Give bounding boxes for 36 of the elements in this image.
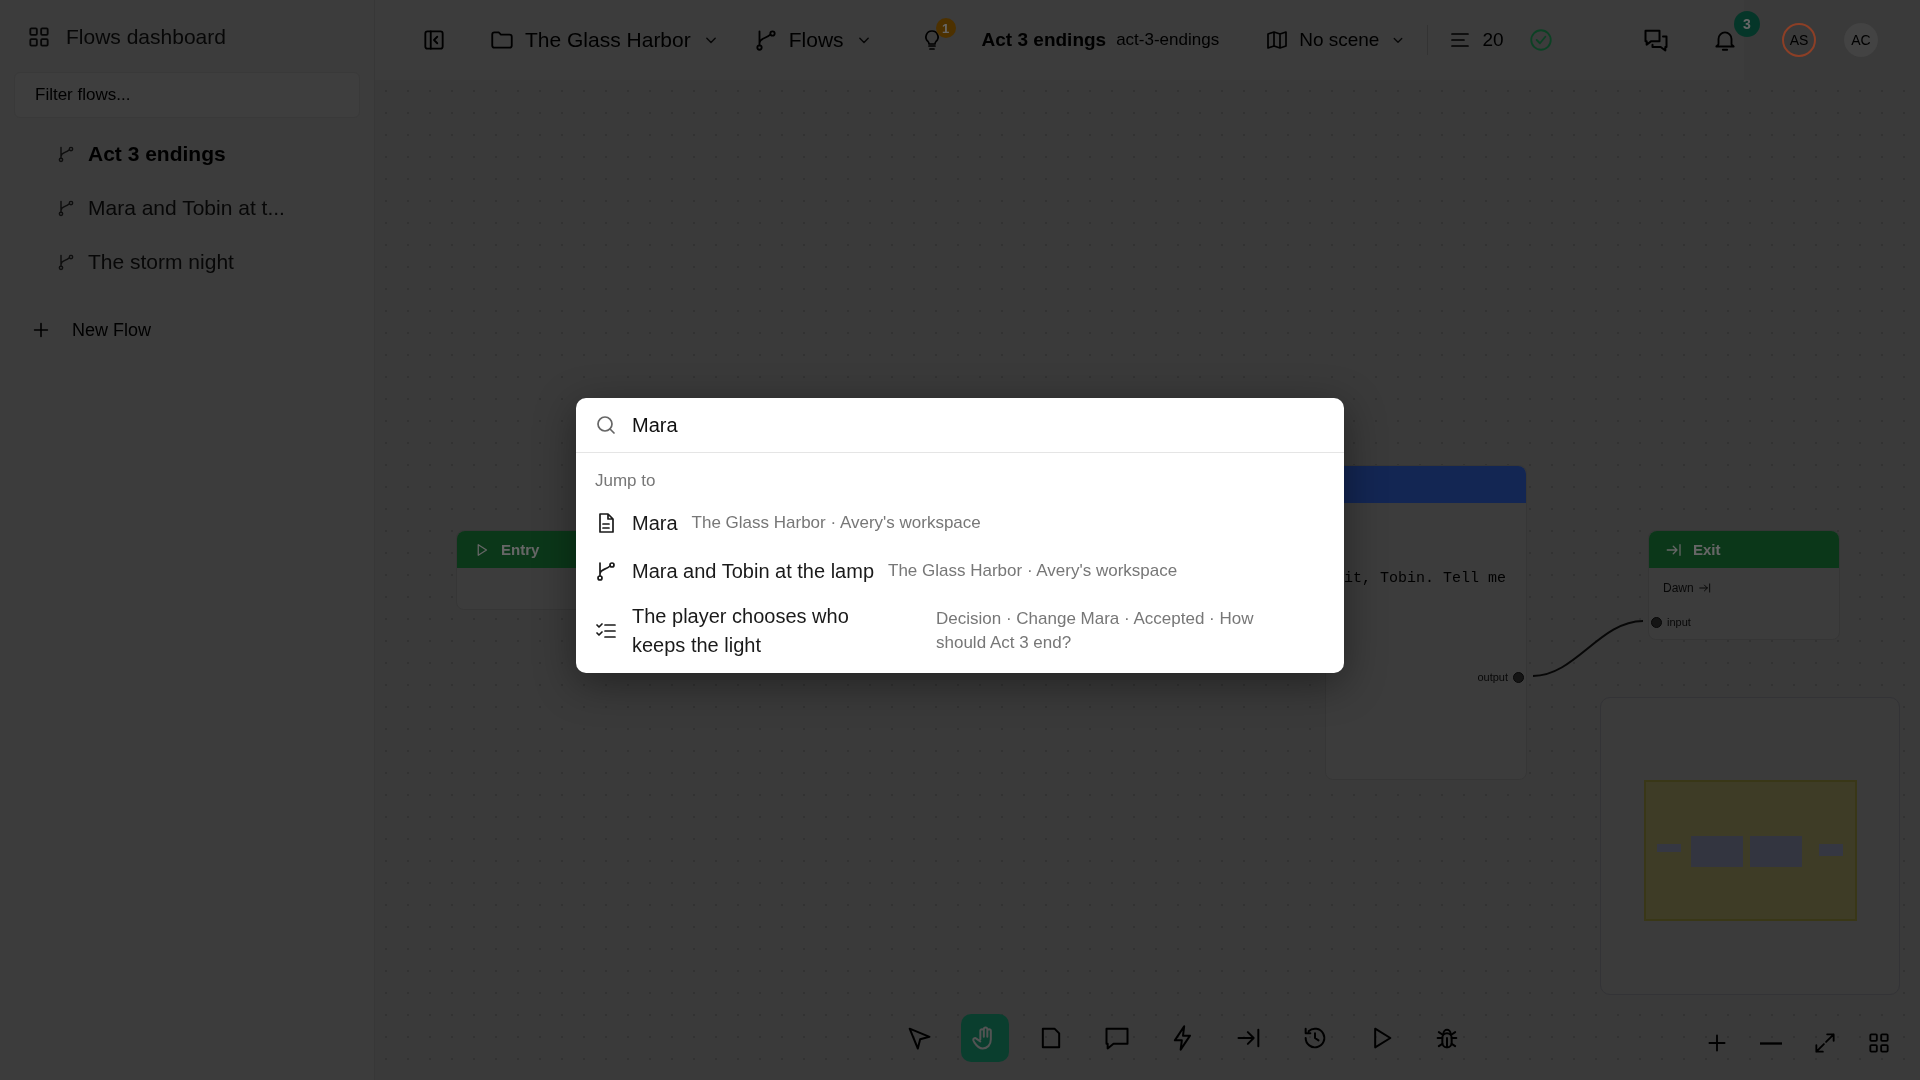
scene-dropdown[interactable]: No scene <box>1259 22 1414 58</box>
branch-icon <box>56 198 76 218</box>
dialogue-text: it, Tobin. Tell me <box>1344 570 1507 587</box>
sidebar-panel-icon <box>421 27 447 53</box>
minus-icon <box>1760 1041 1782 1045</box>
node-title: Exit <box>1693 541 1721 558</box>
map-icon <box>1265 28 1290 52</box>
project-dropdown[interactable]: The Glass Harbor <box>483 21 727 59</box>
branch-icon <box>594 559 618 583</box>
output-port[interactable] <box>1513 671 1524 683</box>
result-details: The Glass Harbor · Avery's workspace <box>691 513 981 533</box>
section-dropdown[interactable]: Flows <box>746 21 880 59</box>
hand-tool[interactable] <box>961 1014 1009 1062</box>
sidebar-item[interactable]: Act 3 endings <box>14 127 360 181</box>
line-count-button[interactable]: 20 <box>1442 22 1510 58</box>
hint-count-badge: 1 <box>935 18 956 38</box>
status-check-icon <box>1527 27 1554 53</box>
exit-arrow-icon <box>1697 581 1712 595</box>
branch-icon <box>56 144 76 164</box>
grid-icon <box>26 24 52 50</box>
node-title: Entry <box>501 541 540 558</box>
section-heading: Jump to <box>594 470 657 492</box>
input-port[interactable] <box>1651 616 1662 628</box>
flow-title: Act 3 endings <box>981 29 1107 51</box>
search-icon <box>594 413 618 437</box>
flow-slug: act-3-endings <box>1116 30 1220 50</box>
new-flow-button[interactable]: New Flow <box>14 310 157 350</box>
grid-icon <box>1866 1030 1892 1056</box>
branch-icon <box>56 252 76 272</box>
user-avatar[interactable]: AS <box>1782 23 1816 57</box>
result-details: The Glass Harbor · Avery's workspace <box>888 561 1178 581</box>
expand-icon <box>1812 1030 1838 1056</box>
user-avatar[interactable]: AC <box>1844 23 1878 57</box>
result-details: Decision · Change Mara · Accepted · How should Act 3 end? <box>936 608 1255 654</box>
minimap[interactable] <box>1600 697 1900 995</box>
notification-count-badge: 3 <box>1734 11 1760 37</box>
